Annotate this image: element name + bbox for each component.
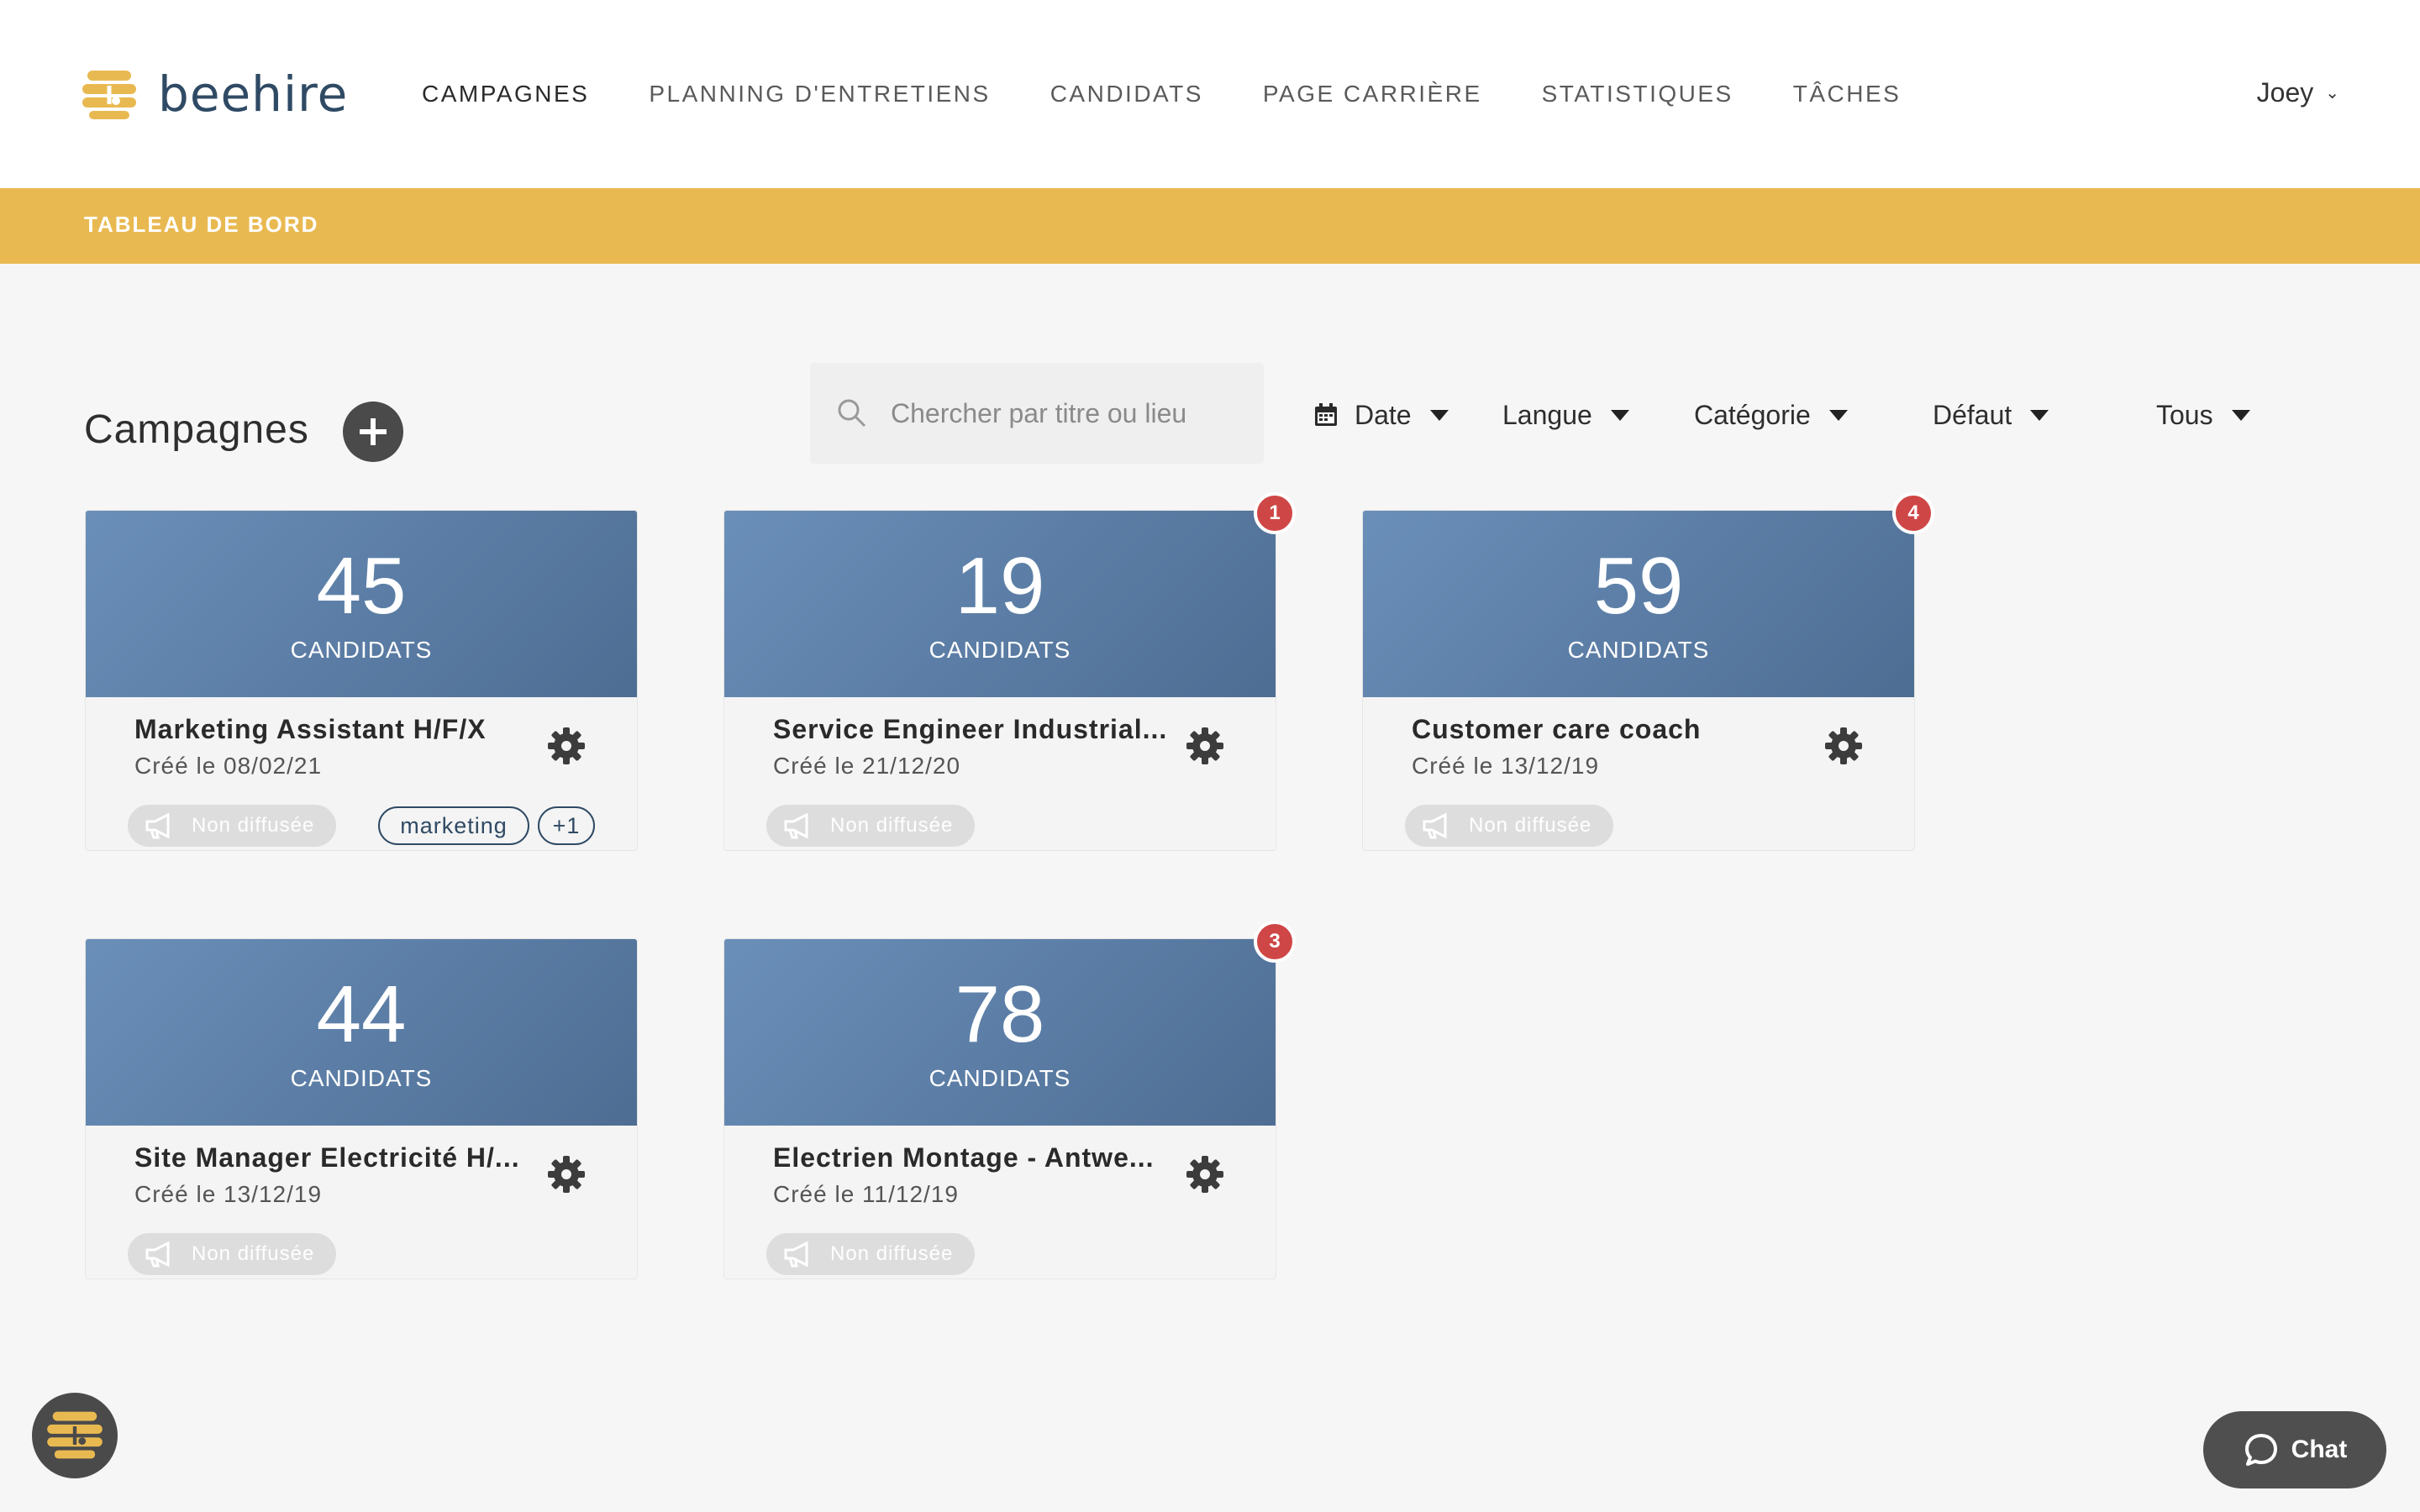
page-title: Campagnes	[84, 407, 309, 452]
main-nav: CAMPAGNES PLANNING D'ENTRETIENS CANDIDAT…	[422, 79, 1960, 109]
candidate-count: 44	[316, 969, 407, 1059]
category-tag[interactable]: marketing	[378, 806, 529, 845]
broadcast-status-badge[interactable]: Non diffusée	[766, 805, 975, 847]
campaign-created-date: Créé le 13/12/19	[134, 1181, 323, 1207]
filter-category[interactable]: Catégorie	[1694, 395, 1848, 435]
megaphone-icon	[145, 1241, 170, 1268]
caret-down-icon	[1429, 409, 1449, 421]
notification-badge: 4	[1892, 492, 1934, 534]
calendar-icon	[1315, 403, 1337, 426]
candidate-count-label: CANDIDATS	[929, 1065, 1071, 1091]
brand-logo[interactable]: beehire	[82, 67, 348, 121]
gear-icon[interactable]	[1823, 726, 1864, 766]
broadcast-status-label: Non diffusée	[192, 1242, 315, 1265]
nav-statistiques[interactable]: STATISTIQUES	[1542, 79, 1733, 109]
broadcast-status-badge[interactable]: Non diffusée	[128, 805, 336, 847]
search-icon	[838, 399, 866, 428]
filter-sort-label: Défaut	[1933, 399, 2012, 430]
top-navbar: beehire CAMPAGNES PLANNING D'ENTRETIENS …	[0, 0, 2420, 188]
caret-down-icon	[2030, 409, 2049, 421]
campaign-card: 59 CANDIDATS 4 Customer care coach Créé …	[1362, 492, 1934, 851]
campaign-card: 45 CANDIDATS Marketing Assistant H/F/X C…	[85, 510, 638, 851]
nav-planning-entretiens[interactable]: PLANNING D'ENTRETIENS	[649, 79, 990, 109]
caret-down-icon	[1610, 409, 1629, 421]
nav-page-carriere[interactable]: PAGE CARRIÈRE	[1263, 79, 1482, 109]
broadcast-status-badge[interactable]: Non diffusée	[1405, 805, 1613, 847]
megaphone-icon	[784, 812, 808, 839]
filter-status[interactable]: Tous	[2156, 395, 2250, 435]
caret-down-icon	[1828, 409, 1848, 421]
megaphone-icon	[1423, 812, 1447, 839]
campaign-card-header[interactable]: 44 CANDIDATS	[86, 939, 637, 1126]
filter-status-label: Tous	[2156, 399, 2213, 430]
filter-category-label: Catégorie	[1694, 399, 1811, 430]
search-input[interactable]	[889, 396, 1242, 430]
broadcast-status-badge[interactable]: Non diffusée	[128, 1233, 336, 1275]
campaign-card-header[interactable]: 59 CANDIDATS	[1363, 511, 1914, 697]
gear-icon[interactable]	[546, 726, 587, 766]
more-tags-badge[interactable]: +1	[538, 806, 595, 845]
breadcrumb-title: TABLEAU DE BORD	[84, 212, 319, 237]
filter-language[interactable]: Langue	[1502, 395, 1629, 435]
plus-icon	[360, 418, 387, 445]
candidate-count: 78	[955, 969, 1045, 1059]
campaign-title[interactable]: Service Engineer Industrial...	[773, 714, 1193, 745]
candidate-count: 45	[316, 541, 407, 631]
campaign-title[interactable]: Customer care coach	[1412, 714, 1832, 745]
candidate-count-label: CANDIDATS	[929, 637, 1071, 663]
campaign-card-header[interactable]: 45 CANDIDATS	[86, 511, 637, 697]
campaign-title[interactable]: Electrien Montage - Antwe...	[773, 1142, 1193, 1173]
broadcast-status-badge[interactable]: Non diffusée	[766, 1233, 975, 1275]
caret-down-icon	[2231, 409, 2250, 421]
campaign-created-date: Créé le 08/02/21	[134, 753, 323, 779]
campaign-card: 78 CANDIDATS 3 Electrien Montage - Antwe…	[723, 921, 1296, 1279]
campaign-card: 19 CANDIDATS 1 Service Engineer Industri…	[723, 492, 1296, 851]
help-widget-button[interactable]	[32, 1393, 118, 1478]
nav-candidats[interactable]: CANDIDATS	[1050, 79, 1203, 109]
gear-icon[interactable]	[1185, 1154, 1225, 1194]
search-box	[810, 363, 1264, 464]
megaphone-icon	[145, 812, 170, 839]
campaign-created-date: Créé le 11/12/19	[773, 1181, 959, 1207]
filter-date[interactable]: Date	[1313, 395, 1449, 435]
broadcast-status-label: Non diffusée	[1469, 814, 1592, 837]
chevron-down-icon: ⌄	[2325, 84, 2339, 102]
candidate-count: 59	[1593, 541, 1684, 631]
filter-language-label: Langue	[1502, 399, 1592, 430]
campaign-created-date: Créé le 13/12/19	[1412, 753, 1600, 779]
notification-badge: 1	[1254, 492, 1296, 534]
campaign-title[interactable]: Site Manager Electricité H/...	[134, 1142, 555, 1173]
user-menu[interactable]: Joey ⌄	[2257, 77, 2339, 108]
broadcast-status-label: Non diffusée	[192, 814, 315, 837]
campaign-title[interactable]: Marketing Assistant H/F/X	[134, 714, 555, 745]
chat-bubble-icon	[2244, 1434, 2277, 1466]
campaign-created-date: Créé le 21/12/20	[773, 753, 961, 779]
gear-icon[interactable]	[546, 1154, 587, 1194]
candidate-count-label: CANDIDATS	[1567, 637, 1710, 663]
candidate-count-label: CANDIDATS	[290, 1065, 433, 1091]
chat-label: Chat	[2291, 1436, 2348, 1463]
candidate-count: 19	[955, 541, 1045, 631]
broadcast-status-label: Non diffusée	[830, 1242, 954, 1265]
brand-name: beehire	[158, 66, 349, 123]
gear-icon[interactable]	[1185, 726, 1225, 766]
bee-logo-icon	[47, 1411, 103, 1459]
filter-sort[interactable]: Défaut	[1933, 395, 2049, 435]
campaign-card-header[interactable]: 19 CANDIDATS	[724, 511, 1276, 697]
user-name: Joey	[2256, 77, 2314, 108]
candidate-count-label: CANDIDATS	[290, 637, 433, 663]
notification-badge: 3	[1254, 921, 1296, 963]
filter-date-label: Date	[1355, 399, 1412, 430]
nav-taches[interactable]: TÂCHES	[1793, 79, 1902, 109]
bee-logo-icon	[82, 71, 136, 119]
megaphone-icon	[784, 1241, 808, 1268]
chat-button[interactable]: Chat	[2203, 1411, 2386, 1488]
breadcrumb-bar: TABLEAU DE BORD	[0, 188, 2420, 264]
nav-campagnes[interactable]: CAMPAGNES	[422, 79, 589, 109]
broadcast-status-label: Non diffusée	[830, 814, 954, 837]
campaign-card-header[interactable]: 78 CANDIDATS	[724, 939, 1276, 1126]
add-campaign-button[interactable]	[343, 402, 403, 462]
campaign-card: 44 CANDIDATS Site Manager Electricité H/…	[85, 938, 638, 1279]
